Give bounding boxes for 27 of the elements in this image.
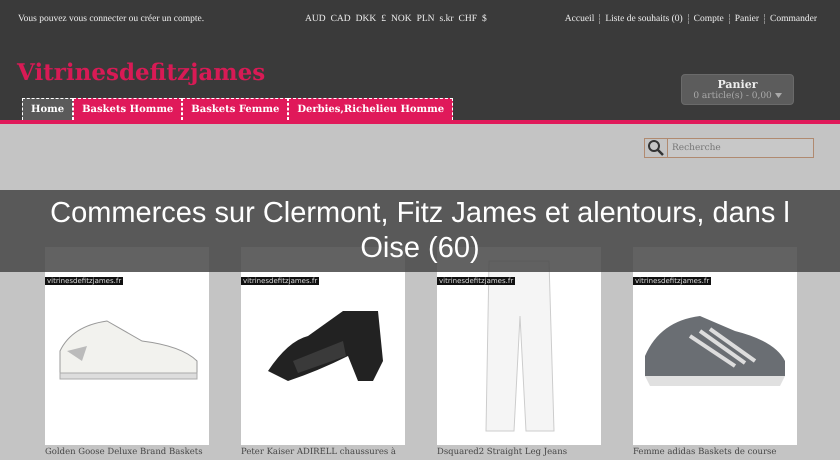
nav-tab[interactable]: Baskets Femme <box>182 98 288 120</box>
cart-button[interactable]: Panier 0 article(s) - 0,00 <box>681 74 794 105</box>
top-link[interactable]: Accueil <box>560 14 600 24</box>
currency-link[interactable]: s.kr <box>440 14 454 24</box>
nav-tab[interactable]: Derbies,Richelieu Homme <box>288 98 454 120</box>
search-icon[interactable] <box>644 138 668 158</box>
top-link[interactable]: Liste de souhaits (0) <box>599 14 688 24</box>
product-title[interactable]: Golden Goose Deluxe Brand Baskets <box>45 447 209 457</box>
top-link[interactable]: Commander <box>764 14 822 24</box>
search-field[interactable]: Recherche <box>668 138 814 158</box>
currency-link[interactable]: NOK <box>391 14 412 24</box>
currency-link[interactable]: PLN <box>416 14 435 24</box>
currency-link[interactable]: $ <box>482 14 487 24</box>
nav-tab[interactable]: Home <box>22 98 74 120</box>
nav-tab[interactable]: Baskets Homme <box>73 98 182 120</box>
product-title[interactable]: Femme adidas Baskets de course <box>633 447 797 457</box>
currency-link[interactable]: CHF <box>458 14 478 24</box>
caret-icon <box>774 93 782 98</box>
currency-link[interactable]: CAD <box>330 14 351 24</box>
top-link[interactable]: Panier <box>728 14 764 24</box>
currency-link[interactable]: £ <box>381 14 386 24</box>
currency-link[interactable]: DKK <box>356 14 376 24</box>
login-text: Vous pouvez vous connecter ou créer un compte. <box>18 14 206 24</box>
product-title[interactable]: Dsquared2 Straight Leg Jeans <box>437 447 601 457</box>
currency-link[interactable]: AUD <box>305 14 326 24</box>
top-link[interactable]: Compte <box>688 14 729 24</box>
product-title[interactable]: Peter Kaiser ADIRELL chaussures à <box>241 447 405 457</box>
